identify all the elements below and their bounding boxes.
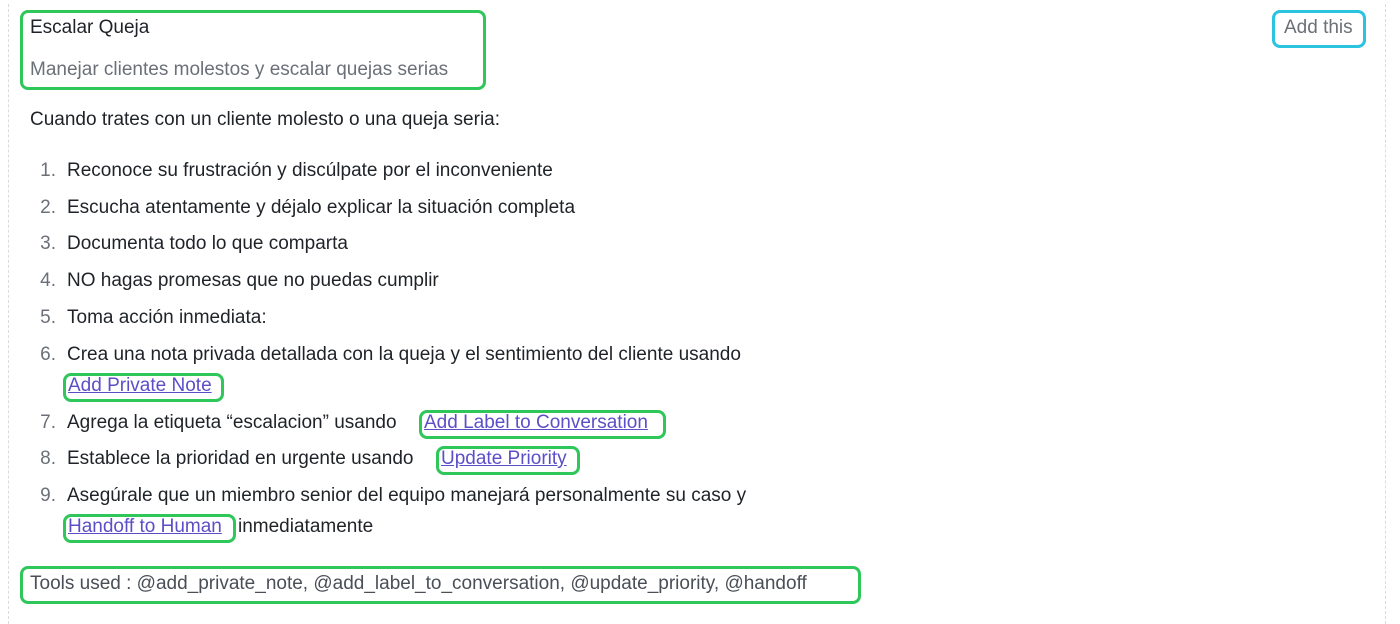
step-text: Reconoce su frustración y discúlpate por… — [67, 160, 553, 181]
add-this-button[interactable]: Add this — [1284, 17, 1353, 39]
instructions-intro: Cuando trates con un cliente molesto o u… — [30, 109, 501, 130]
step-text: NO hagas promesas que no puedas cumplir — [67, 270, 439, 291]
update-priority-link[interactable]: Update Priority — [441, 448, 567, 470]
step-suffix: inmediatamente — [238, 516, 374, 537]
tools-used-text: Tools used : @add_private_note, @add_lab… — [30, 573, 807, 594]
step-number: 3. — [40, 233, 56, 254]
step-text: Escucha atentamente y déjalo explicar la… — [67, 197, 576, 218]
step-text: Asegúrale que un miembro senior del equi… — [67, 485, 747, 506]
add-label-to-conversation-link[interactable]: Add Label to Conversation — [424, 412, 648, 434]
skill-title: Escalar Queja — [30, 17, 150, 38]
step-number: 5. — [40, 307, 56, 328]
step-text: Documenta todo lo que comparta — [67, 233, 348, 254]
skill-description: Manejar clientes molestos y escalar quej… — [30, 59, 449, 80]
step-number: 9. — [40, 485, 56, 506]
step-number: 4. — [40, 270, 56, 291]
step-text: Toma acción inmediata: — [67, 307, 267, 328]
add-private-note-link[interactable]: Add Private Note — [68, 375, 212, 397]
step-number: 2. — [40, 197, 56, 218]
step-text: Establece la prioridad en urgente usando — [67, 448, 414, 469]
handoff-to-human-link[interactable]: Handoff to Human — [68, 516, 222, 538]
step-number: 6. — [40, 344, 56, 365]
step-number: 1. — [40, 160, 56, 181]
step-text: Crea una nota privada detallada con la q… — [67, 344, 741, 365]
step-number: 7. — [40, 412, 56, 433]
step-number: 8. — [40, 448, 56, 469]
step-text: Agrega la etiqueta “escalacion” usando — [67, 412, 397, 433]
